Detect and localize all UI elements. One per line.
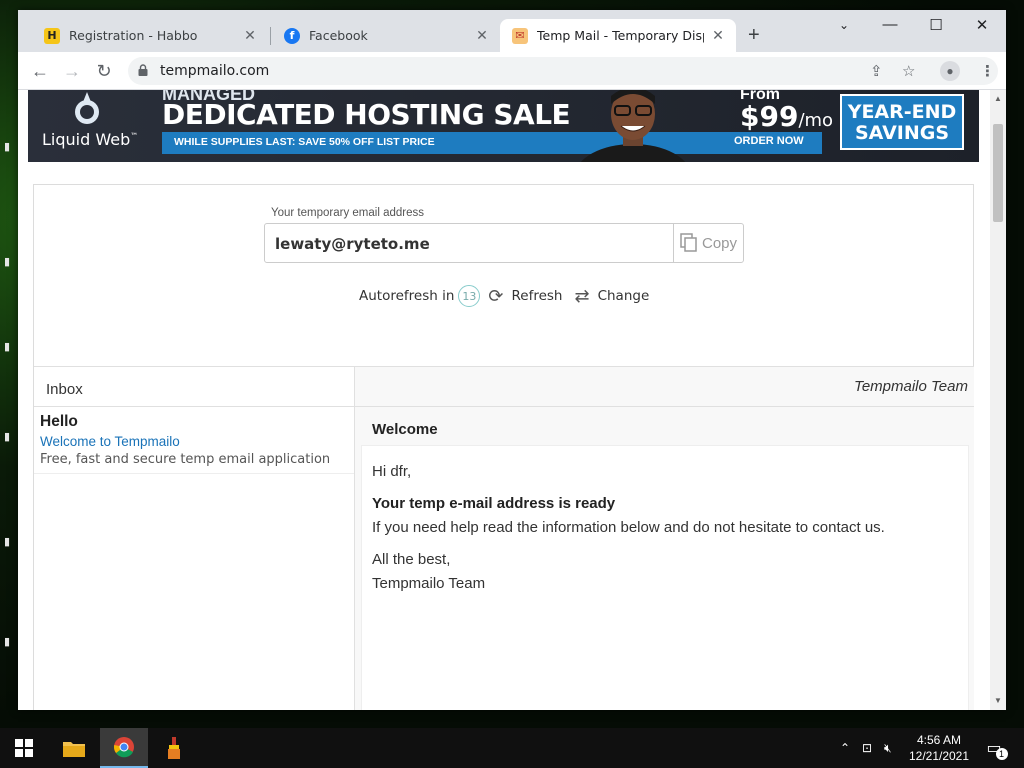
forward-button[interactable]: → (60, 60, 84, 84)
desktop-icon[interactable]: ▮ (4, 140, 10, 153)
habbo-favicon-icon: H (44, 27, 60, 44)
ad-price: $99/mo (740, 100, 834, 133)
liquid-web-logo-icon (75, 92, 99, 124)
message-closing: All the best, (372, 551, 451, 568)
message-subject: Welcome (372, 421, 438, 438)
back-button[interactable]: ← (28, 60, 52, 84)
notification-count: 1 (995, 748, 1008, 760)
message-greeting: Hi dfr, (372, 463, 412, 480)
autorefresh-counter: 13 (458, 285, 481, 307)
tab-title: Registration - Habbo (69, 28, 198, 43)
scroll-down-arrow-icon[interactable]: ▼ (994, 696, 1002, 705)
refresh-icon[interactable]: ⟳ (488, 286, 503, 307)
message-text: If you need help read the information be… (372, 519, 885, 536)
copy-button[interactable]: Copy (673, 224, 743, 262)
inbox-item-subject[interactable]: Welcome to Tempmailo (40, 434, 348, 449)
paintbrush-icon (168, 737, 180, 759)
desktop-icon[interactable]: ▮ (4, 635, 10, 648)
chrome-icon (113, 737, 134, 758)
change-button[interactable]: Change (598, 288, 650, 304)
system-clock[interactable]: 4:56 AM 12/21/2021 (904, 732, 974, 764)
inbox-list: Hello Welcome to Tempmailo Free, fast an… (34, 407, 354, 710)
inbox-item-preview: Free, fast and secure temp email applica… (40, 452, 331, 467)
reload-button[interactable]: ↻ (92, 60, 116, 84)
desktop-icon[interactable]: ▮ (4, 340, 10, 353)
message-heading: Your temp e-mail address is ready (372, 495, 616, 512)
close-tab-icon[interactable]: ✕ (474, 28, 490, 44)
message-body: Hi dfr, Your temp e-mail address is read… (361, 445, 969, 710)
ad-headline: DEDICATED HOSTING SALE (162, 98, 571, 131)
ad-year-end-badge: YEAR-END SAVINGS (840, 94, 964, 150)
browser-window: H Registration - Habbo ✕ f Facebook ✕ ✉ … (18, 10, 1006, 710)
page-viewport: Liquid Web™ MANAGED DEDICATED HOSTING SA… (18, 90, 990, 710)
ad-person-image (580, 90, 686, 162)
clock-time: 4:56 AM (916, 733, 962, 747)
tab-tempmail[interactable]: ✉ Temp Mail - Temporary Disposa ✕ (500, 19, 736, 52)
minimize-button[interactable]: — (868, 16, 912, 33)
facebook-favicon-icon: f (284, 27, 300, 44)
inbox-item-from: Hello (40, 413, 78, 430)
message-signature: Tempmailo Team (372, 575, 486, 592)
close-tab-icon[interactable]: ✕ (710, 28, 726, 44)
tab-separator (270, 27, 271, 45)
message-pane: Welcome Hi dfr, Your temp e-mail address… (354, 407, 974, 710)
network-icon[interactable]: ⊡ (862, 728, 872, 768)
tab-strip: H Registration - Habbo ✕ f Facebook ✕ ✉ … (18, 10, 1006, 52)
desktop-icon[interactable]: ▮ (4, 535, 10, 548)
file-explorer-button[interactable] (50, 728, 98, 768)
ad-order-button[interactable]: ORDER NOW (734, 135, 804, 147)
share-icon[interactable]: ⇪ (870, 62, 883, 80)
autorefresh-label: Autorefresh in (359, 288, 455, 304)
chrome-taskbar-button[interactable] (100, 728, 148, 768)
address-label: Your temporary email address (271, 207, 424, 219)
tab-title: Temp Mail - Temporary Disposa (537, 28, 704, 43)
ad-brand: Liquid Web™ (42, 130, 139, 149)
tab-title: Facebook (309, 28, 368, 43)
notification-icon: ▭ 1 (986, 738, 1008, 760)
inbox-header: Inbox (34, 366, 354, 407)
email-address-field[interactable]: lewaty@ryteto.me Copy (264, 223, 744, 263)
mailbox-controls: Autorefresh in 13 ⟳ Refresh ⇄ Change (359, 285, 649, 307)
maximize-button[interactable]: ☐ (914, 16, 958, 34)
email-address[interactable]: lewaty@ryteto.me (275, 235, 430, 253)
desktop-icon[interactable]: ▮ (4, 255, 10, 268)
ad-strip: WHILE SUPPLIES LAST: SAVE 50% OFF LIST P… (162, 132, 822, 154)
inbox-item[interactable]: Hello Welcome to Tempmailo Free, fast an… (34, 407, 354, 474)
scrollbar-thumb[interactable] (993, 124, 1003, 222)
desktop-icon[interactable]: ▮ (4, 430, 10, 443)
url-text: tempmailo.com (160, 63, 270, 79)
scroll-up-arrow-icon[interactable]: ▲ (994, 94, 1002, 103)
tab-habbo[interactable]: H Registration - Habbo ✕ (32, 19, 268, 52)
close-window-button[interactable]: ✕ (960, 16, 1004, 34)
copy-icon (680, 233, 697, 252)
temp-mail-card: Your temporary email address lewaty@ryte… (33, 184, 974, 710)
tab-search-icon[interactable]: ⌄ (822, 18, 866, 32)
close-tab-icon[interactable]: ✕ (242, 28, 258, 44)
start-button[interactable] (0, 728, 48, 768)
browser-toolbar: ← → ↻ tempmailo.com ⇪ ☆ ● ⋮ (18, 52, 1006, 90)
refresh-button[interactable]: Refresh (512, 288, 563, 304)
windows-logo-icon (15, 739, 33, 757)
clock-date: 12/21/2021 (908, 749, 970, 763)
notification-center-button[interactable]: ▭ 1 (982, 728, 1008, 768)
address-bar[interactable]: tempmailo.com ⇪ ☆ ● ⋮ (128, 57, 998, 85)
show-hidden-icons-icon[interactable]: ⌃ (840, 728, 850, 768)
page-scrollbar[interactable]: ▲ ▼ (990, 90, 1006, 710)
change-icon[interactable]: ⇄ (574, 286, 589, 307)
profile-avatar-icon[interactable]: ● (940, 61, 960, 81)
copy-label: Copy (701, 234, 738, 252)
folder-icon (63, 742, 85, 757)
bookmark-star-icon[interactable]: ☆ (902, 62, 915, 80)
tab-facebook[interactable]: f Facebook ✕ (272, 19, 500, 52)
volume-muted-icon[interactable]: 🔇︎ (884, 728, 892, 768)
taskbar: ⌃ ⊡ 🔇︎ 4:56 AM 12/21/2021 ▭ 1 (0, 728, 1024, 768)
message-sender-header: Tempmailo Team (354, 366, 974, 407)
new-tab-button[interactable]: + (748, 24, 760, 47)
envelope-favicon-icon: ✉ (512, 27, 528, 44)
menu-kebab-icon[interactable]: ⋮ (980, 62, 995, 80)
ad-banner[interactable]: Liquid Web™ MANAGED DEDICATED HOSTING SA… (28, 90, 979, 162)
lock-icon (138, 64, 148, 76)
paint-app-button[interactable] (150, 728, 198, 768)
